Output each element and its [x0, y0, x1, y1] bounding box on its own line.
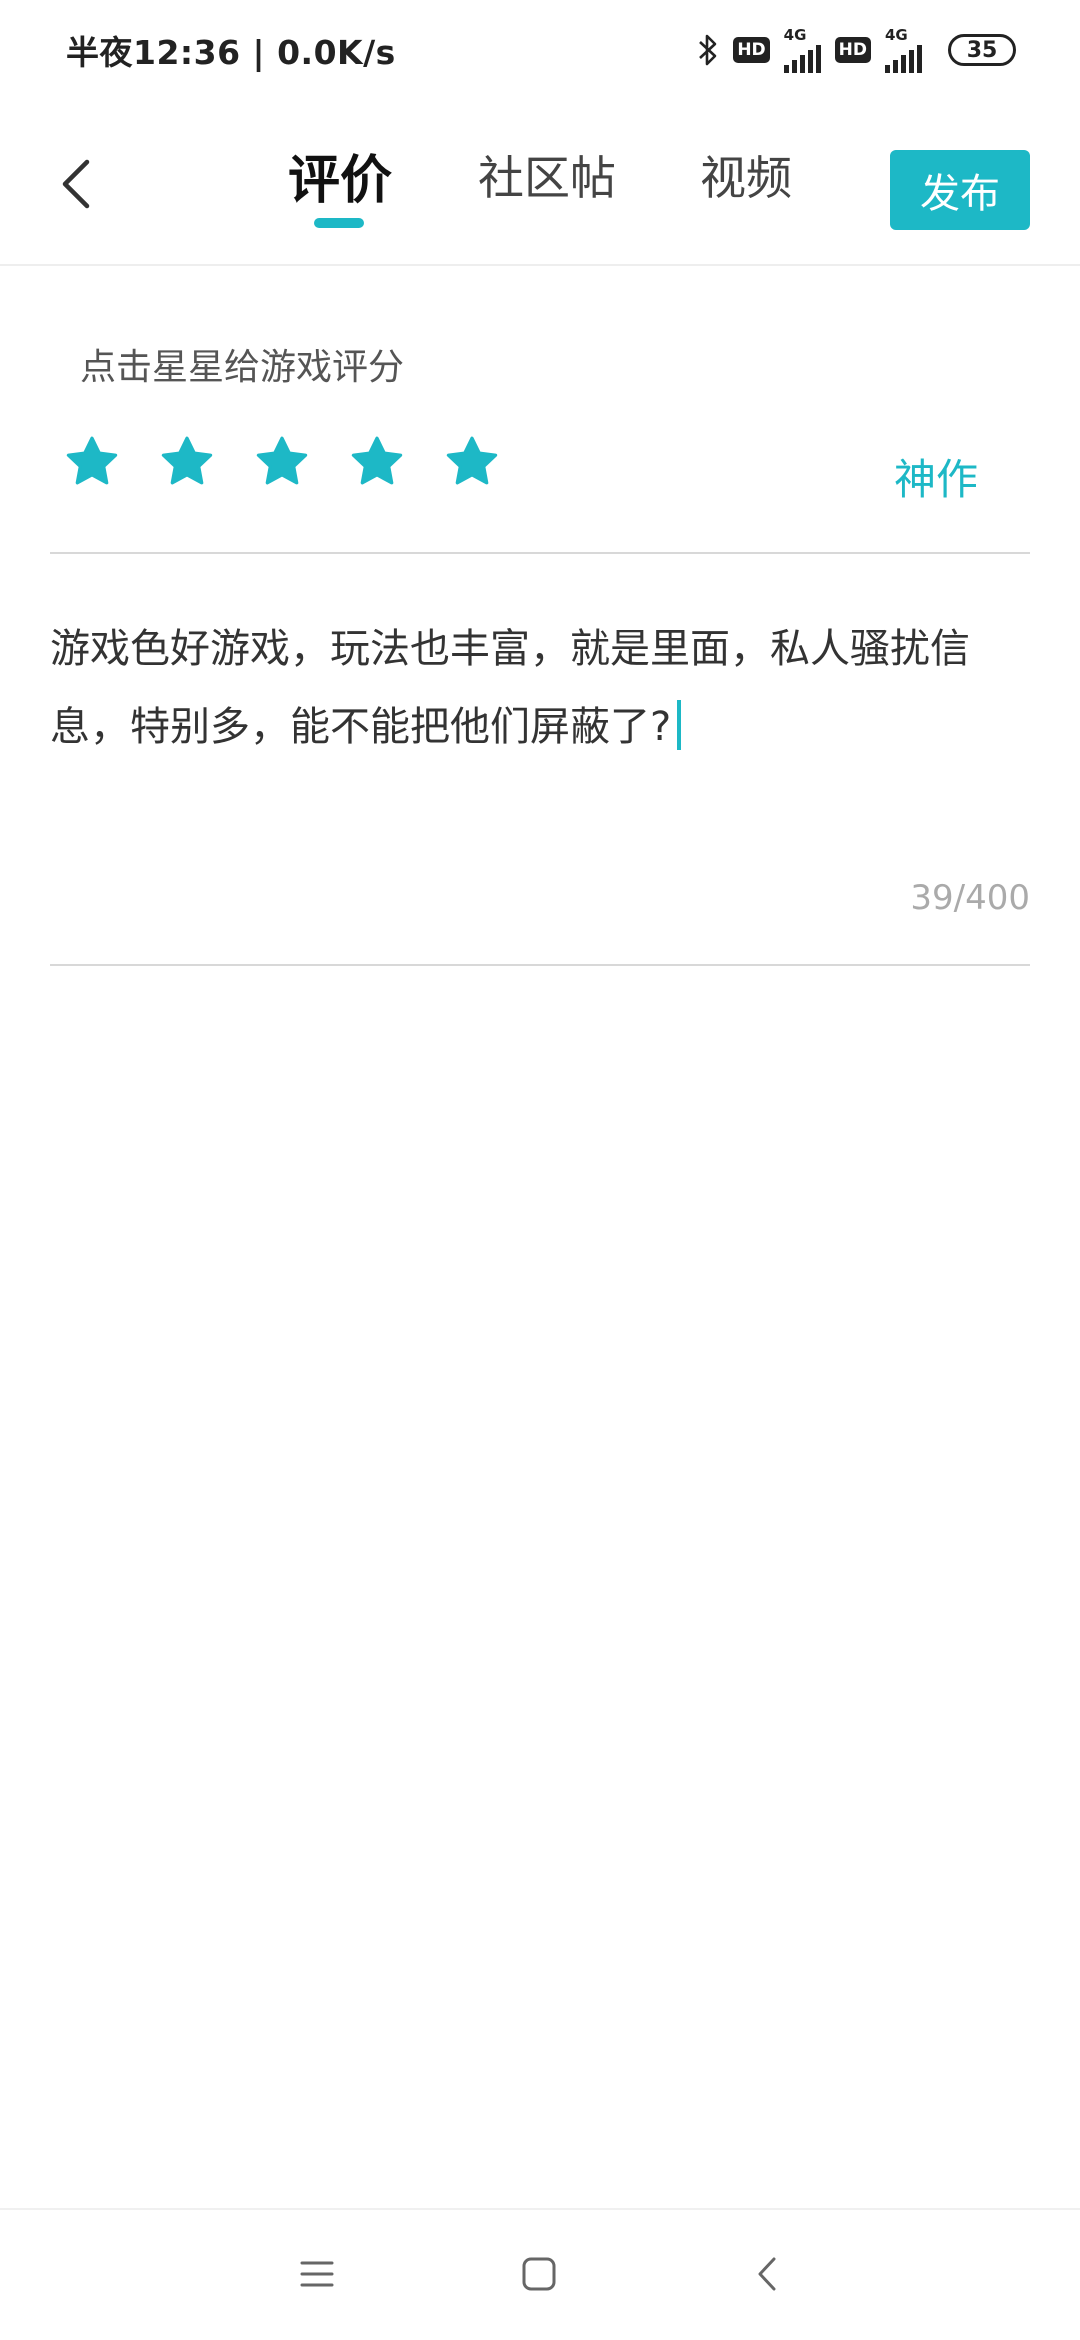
status-bar: 半夜12:36 | 0.0K/s HD 4G HD 4G 35 [0, 0, 1080, 100]
top-bar: 评价 社区帖 视频 发布 [0, 100, 1080, 266]
star-3-icon[interactable] [254, 434, 310, 490]
menu-icon [299, 2259, 335, 2293]
status-icons: HD 4G HD 4G 35 [697, 25, 1016, 73]
text-cursor [677, 700, 682, 750]
rating-word: 神作 [894, 455, 979, 504]
network-type-label: 4G [783, 25, 807, 44]
divider-editor [50, 964, 1030, 966]
status-time-speed: 半夜12:36 | 0.0K/s [66, 33, 396, 72]
system-nav-bar [0, 2208, 1080, 2340]
rating-hint: 点击星星给游戏评分 [80, 347, 405, 388]
hd-badge: HD [733, 37, 770, 63]
review-text-input[interactable]: 游戏色好游戏，玩法也丰富，就是里面，私人骚扰信息，特别多，能不能把他们屏蔽了? [50, 610, 1034, 890]
battery-indicator: 35 [948, 34, 1016, 66]
star-rating [64, 434, 500, 490]
star-4-icon[interactable] [349, 434, 405, 490]
publish-button[interactable]: 发布 [890, 150, 1030, 230]
char-count: 39/400 [910, 878, 1030, 918]
star-2-icon[interactable] [159, 434, 215, 490]
nav-home-button[interactable] [509, 2250, 569, 2302]
divider-rating [50, 552, 1030, 554]
back-icon [755, 2255, 779, 2297]
review-screen: 半夜12:36 | 0.0K/s HD 4G HD 4G 35 评价 社区帖 视… [0, 0, 1080, 2340]
tab-review[interactable]: 评价 [288, 138, 392, 213]
nav-back-button[interactable] [737, 2250, 797, 2302]
bluetooth-icon [697, 33, 719, 67]
star-1-icon[interactable] [64, 434, 120, 490]
signal-icon: 4G [783, 25, 821, 73]
star-5-icon[interactable] [444, 434, 500, 490]
home-icon [521, 2256, 557, 2296]
tab-active-indicator [314, 218, 364, 228]
chevron-left-icon [59, 158, 93, 214]
back-button[interactable] [50, 156, 102, 216]
tab-video[interactable]: 视频 [700, 142, 792, 208]
review-text: 游戏色好游戏，玩法也丰富，就是里面，私人骚扰信息，特别多，能不能把他们屏蔽了? [50, 626, 970, 750]
signal-icon-2: 4G [885, 25, 922, 73]
network-type-label-2: 4G [885, 25, 908, 44]
tab-community-post[interactable]: 社区帖 [478, 142, 616, 208]
hd-badge-2: HD [834, 37, 871, 63]
nav-menu-button[interactable] [287, 2250, 347, 2302]
